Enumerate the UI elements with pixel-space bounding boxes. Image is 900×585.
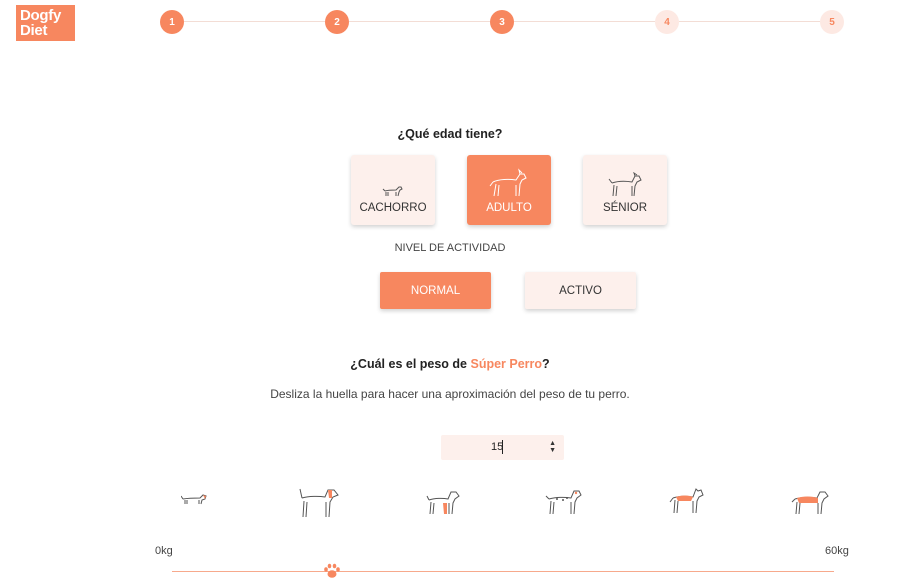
paw-slider-handle[interactable] (322, 561, 342, 581)
step-2[interactable]: 2 (325, 10, 349, 34)
text-cursor (502, 440, 503, 454)
step-5[interactable]: 5 (820, 10, 844, 34)
activity-normal-button[interactable]: NORMAL (380, 272, 491, 309)
age-option-cachorro[interactable]: CACHORRO (351, 155, 435, 225)
weight-slider-track[interactable] (172, 571, 834, 572)
brand-line-2: Diet (20, 22, 48, 39)
activity-title: NIVEL DE ACTIVIDAD (394, 242, 506, 254)
weight-max-label: 60kg (825, 545, 849, 557)
brand-line-1: Dogfy (20, 7, 61, 24)
shepherd-icon (669, 488, 704, 514)
weight-min-label: 0kg (155, 545, 173, 557)
step-3[interactable]: 3 (490, 10, 514, 34)
beagle-icon (299, 488, 339, 518)
age-question: ¿Qué edad tiene? (397, 127, 503, 141)
step-connector (679, 21, 820, 22)
weight-description: Desliza la huella para hacer una aproxim… (270, 387, 630, 401)
progress-stepper: 1 2 3 4 5 (160, 10, 850, 34)
step-4[interactable]: 4 (655, 10, 679, 34)
weight-input[interactable]: 15 ▲ ▼ (441, 435, 564, 460)
dachshund-icon (181, 494, 207, 505)
age-option-adulto[interactable]: ADULTO (467, 155, 551, 225)
paw-icon (324, 563, 340, 578)
brand-logo[interactable]: Dogfy Diet (16, 5, 75, 41)
age-option-senior[interactable]: SÉNIOR (583, 155, 667, 225)
step-1[interactable]: 1 (160, 10, 184, 34)
age-option-label: CACHORRO (359, 202, 427, 214)
weight-question-prefix: ¿Cuál es el peso de (350, 357, 471, 371)
step-connector (349, 21, 490, 22)
dog-name: Súper Perro (470, 357, 543, 371)
age-option-label: SÉNIOR (602, 202, 648, 214)
spaniel-icon (426, 491, 460, 515)
age-option-label: ADULTO (486, 202, 532, 214)
puppy-icon (382, 186, 403, 197)
senior-dog-icon (608, 172, 642, 197)
weight-question-suffix: ? (542, 357, 550, 371)
step-connector (514, 21, 655, 22)
weight-question: ¿Cuál es el peso de Súper Perro? (0, 357, 900, 371)
spinner-arrows-icon[interactable]: ▲ ▼ (549, 440, 556, 454)
adult-dog-icon (489, 168, 527, 197)
activity-activo-button[interactable]: ACTIVO (525, 272, 636, 309)
dalmatian-icon (545, 490, 582, 515)
large-dog-icon (791, 491, 829, 515)
step-connector (184, 21, 325, 22)
